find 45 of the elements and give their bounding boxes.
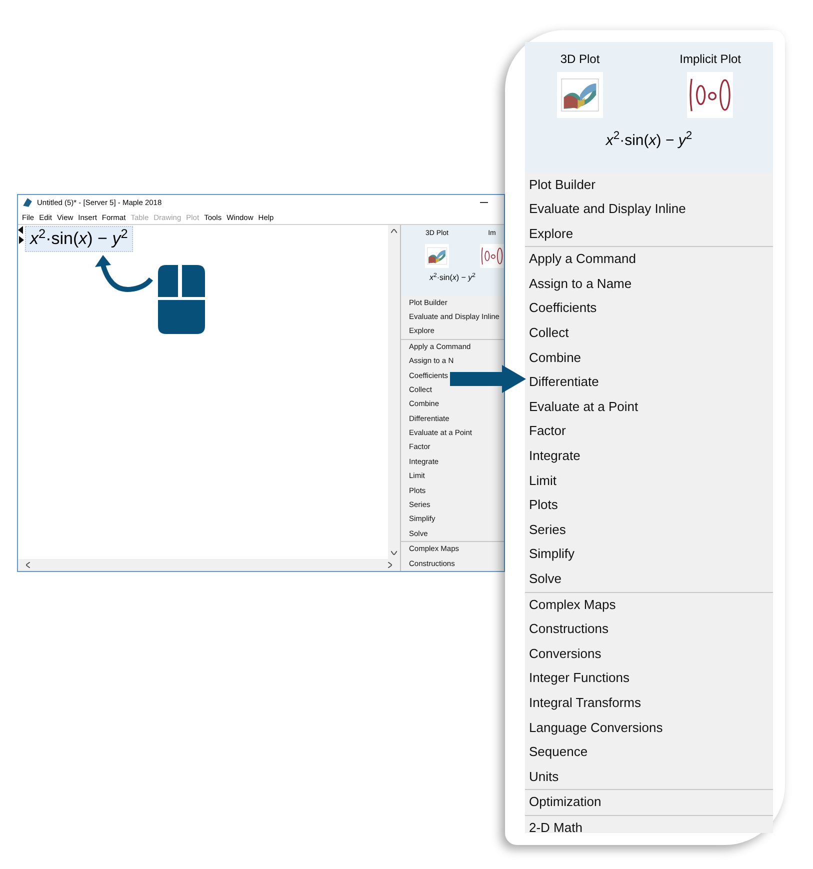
plot-label: 3D Plot bbox=[560, 51, 600, 68]
math-expression[interactable]: x$^{2}$·sin(x) − y$^{2}$ bbox=[25, 226, 133, 252]
scroll-down-icon[interactable] bbox=[391, 551, 397, 555]
palette-item[interactable]: Plot Builder bbox=[525, 172, 773, 198]
palette-expression: x$^{2}$·sin(x) − y$^{2}$ bbox=[606, 130, 692, 151]
palette-expression: x$^{2}$·sin(x) − y$^{2}$ bbox=[429, 272, 476, 284]
palette-item[interactable]: Integrate bbox=[525, 444, 773, 469]
palette-item[interactable]: Language Conversions bbox=[525, 716, 773, 740]
palette-item[interactable]: Apply a Command bbox=[525, 247, 773, 272]
palette-item[interactable]: Constructions bbox=[525, 617, 773, 642]
palette-item[interactable]: Evaluate and Display Inline bbox=[525, 197, 773, 222]
palette-item[interactable]: 2-D Math bbox=[525, 816, 773, 833]
palette-item[interactable]: Explore bbox=[525, 222, 773, 246]
palette-item[interactable]: Conversions bbox=[525, 642, 773, 666]
implicit-curve-icon bbox=[687, 72, 734, 118]
palette-item[interactable]: Limit bbox=[525, 468, 773, 494]
minimize-icon[interactable] bbox=[480, 202, 488, 204]
scroll-left-icon[interactable] bbox=[26, 562, 30, 568]
palette-item[interactable]: Complex Maps bbox=[525, 592, 773, 618]
palette-item[interactable]: Integral Transforms bbox=[525, 690, 773, 716]
palette-item[interactable]: Factor bbox=[525, 419, 773, 444]
mouse-icon bbox=[158, 265, 205, 334]
scroll-up-icon[interactable] bbox=[391, 229, 397, 234]
pointing-arrow-icon bbox=[450, 365, 526, 393]
palette-item[interactable]: Assign to a Name bbox=[525, 272, 773, 296]
palette-item[interactable]: Solve bbox=[525, 567, 773, 592]
palette-item[interactable]: Simplify bbox=[525, 542, 773, 567]
palette-item[interactable]: Differentiate bbox=[525, 370, 773, 395]
palette-item[interactable]: Combine bbox=[525, 346, 773, 370]
palette-item[interactable]: Series bbox=[525, 518, 773, 542]
palette-item[interactable]: Sequence bbox=[525, 740, 773, 765]
palette-item[interactable]: Evaluate at a Point bbox=[525, 394, 773, 420]
palette-item[interactable]: Units bbox=[525, 764, 773, 790]
scroll-right-icon[interactable] bbox=[388, 562, 392, 568]
vertical-scrollbar[interactable] bbox=[388, 225, 400, 559]
surface-plot-icon bbox=[557, 72, 603, 118]
plot-label: Implicit Plot bbox=[680, 51, 741, 68]
palette-item[interactable]: Plots bbox=[525, 493, 773, 518]
palette-item[interactable]: Coefficients bbox=[525, 296, 773, 322]
leaf-logo-icon bbox=[22, 197, 33, 208]
palette-item[interactable]: Integer Functions bbox=[525, 666, 773, 691]
palette-item[interactable]: Optimization bbox=[525, 790, 773, 815]
horizontal-scrollbar[interactable] bbox=[18, 559, 400, 571]
surface-plot-icon bbox=[425, 244, 449, 268]
palette-item[interactable]: Collect bbox=[525, 321, 773, 346]
